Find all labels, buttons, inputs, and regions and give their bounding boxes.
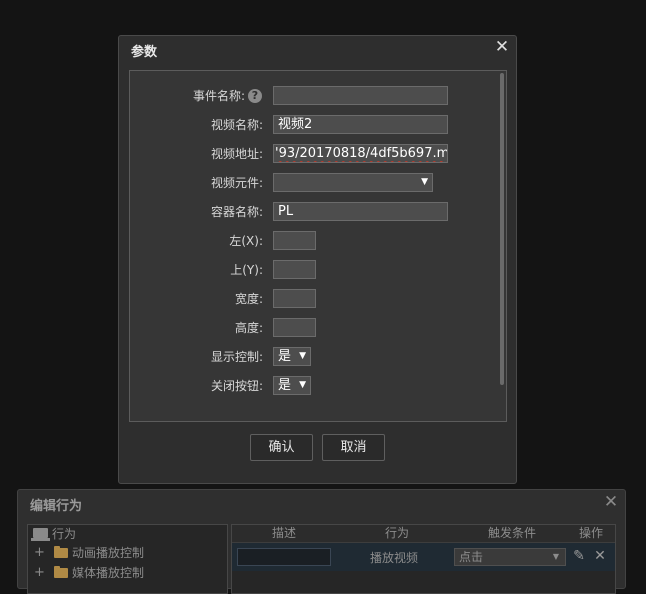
behavior-grid: 描述 行为 触发条件 操作 播放视频 点击 ▼ ✎ ✕ <box>231 524 616 594</box>
container-name-label: 容器名称: <box>210 205 263 219</box>
trigger-select[interactable]: 点击 ▼ <box>454 548 566 566</box>
top-label: 上(Y): <box>230 263 263 277</box>
tree-item[interactable]: + 动画播放控制 <box>32 544 222 562</box>
width-input[interactable] <box>273 289 316 308</box>
video-name-label: 视频名称: <box>210 118 263 132</box>
video-name-input[interactable]: 视频2 <box>273 115 448 134</box>
edit-behavior-panel: 编辑行为 ✕ 行为 + 动画播放控制 + 媒体播放控制 描述 行为 触发条件 操… <box>17 489 626 594</box>
dialog-form-area: 事件名称: ? 视频名称: 视频2 视频地址: '93/20170818/4df… <box>129 70 507 422</box>
confirm-button[interactable]: 确认 <box>250 434 313 461</box>
row-top: 上(Y): <box>130 260 508 280</box>
event-name-input[interactable] <box>273 86 448 105</box>
container-name-input[interactable]: PL <box>273 202 448 221</box>
row-show-controls: 显示控制: 是 ▼ <box>130 347 508 367</box>
width-label: 宽度: <box>234 292 263 306</box>
trigger-value: 点击 <box>459 550 484 564</box>
row-close-button: 关闭按钮: 是 ▼ <box>130 376 508 396</box>
computer-icon <box>31 528 50 541</box>
show-controls-value: 是 <box>278 349 292 364</box>
delete-icon[interactable]: ✕ <box>592 547 608 565</box>
tree-root[interactable]: 行为 <box>31 525 222 543</box>
parameter-dialog: 参数 ✕ 事件名称: ? 视频名称: 视频2 视频地址: '93/2017081… <box>118 35 517 484</box>
row-left: 左(X): <box>130 231 508 251</box>
close-button-select[interactable]: 是 ▼ <box>273 376 311 395</box>
height-label: 高度: <box>234 321 263 335</box>
folder-icon <box>54 546 68 558</box>
video-element-label: 视频元件: <box>210 176 263 190</box>
expand-icon[interactable]: + <box>34 564 46 582</box>
height-input[interactable] <box>273 318 316 337</box>
chevron-down-icon: ▼ <box>421 177 428 187</box>
help-icon[interactable]: ? <box>248 89 262 103</box>
chevron-down-icon: ▼ <box>299 351 306 361</box>
expand-icon[interactable]: + <box>34 544 46 562</box>
row-container-name: 容器名称: PL <box>130 202 508 222</box>
left-input[interactable] <box>273 231 316 250</box>
show-controls-label: 显示控制: <box>210 350 263 364</box>
tree-item-label: 媒体播放控制 <box>72 566 145 580</box>
table-row[interactable]: 播放视频 点击 ▼ ✎ ✕ <box>232 543 615 571</box>
row-width: 宽度: <box>130 289 508 309</box>
row-video-url: 视频地址: '93/20170818/4df5b697.mp4 <box>130 144 508 164</box>
chevron-down-icon: ▼ <box>552 552 559 561</box>
close-button-value: 是 <box>278 378 292 393</box>
grid-header: 描述 行为 触发条件 操作 <box>232 525 615 543</box>
top-input[interactable] <box>273 260 316 279</box>
tree-item-label: 动画播放控制 <box>72 546 145 560</box>
row-height: 高度: <box>130 318 508 338</box>
row-video-element: 视频元件: ▼ <box>130 173 508 193</box>
tree-root-label: 行为 <box>52 527 77 541</box>
panel-close-icon[interactable]: ✕ <box>603 493 619 511</box>
event-name-label: 事件名称: <box>192 89 245 103</box>
row-video-name: 视频名称: 视频2 <box>130 115 508 135</box>
desc-input[interactable] <box>237 548 331 566</box>
behavior-tree: 行为 + 动画播放控制 + 媒体播放控制 <box>27 524 228 594</box>
chevron-down-icon: ▼ <box>299 380 306 390</box>
show-controls-select[interactable]: 是 ▼ <box>273 347 311 366</box>
edit-icon[interactable]: ✎ <box>571 547 587 565</box>
panel-title: 编辑行为 <box>30 499 83 514</box>
tree-item[interactable]: + 媒体播放控制 <box>32 564 222 582</box>
folder-icon <box>54 566 68 578</box>
header-trigger: 触发条件 <box>487 526 536 540</box>
row-event-name: 事件名称: ? <box>130 86 508 106</box>
header-behavior: 行为 <box>384 526 409 540</box>
behavior-cell: 播放视频 <box>370 551 419 565</box>
header-ops: 操作 <box>578 526 603 540</box>
dialog-title: 参数 <box>131 45 158 60</box>
cancel-button[interactable]: 取消 <box>322 434 385 461</box>
header-desc: 描述 <box>271 526 296 540</box>
video-url-input[interactable]: '93/20170818/4df5b697.mp4 <box>273 144 448 163</box>
video-url-label: 视频地址: <box>210 147 263 161</box>
left-label: 左(X): <box>229 234 263 248</box>
dialog-close-icon[interactable]: ✕ <box>494 38 510 56</box>
video-element-select[interactable]: ▼ <box>273 173 433 192</box>
close-button-label: 关闭按钮: <box>210 379 263 393</box>
